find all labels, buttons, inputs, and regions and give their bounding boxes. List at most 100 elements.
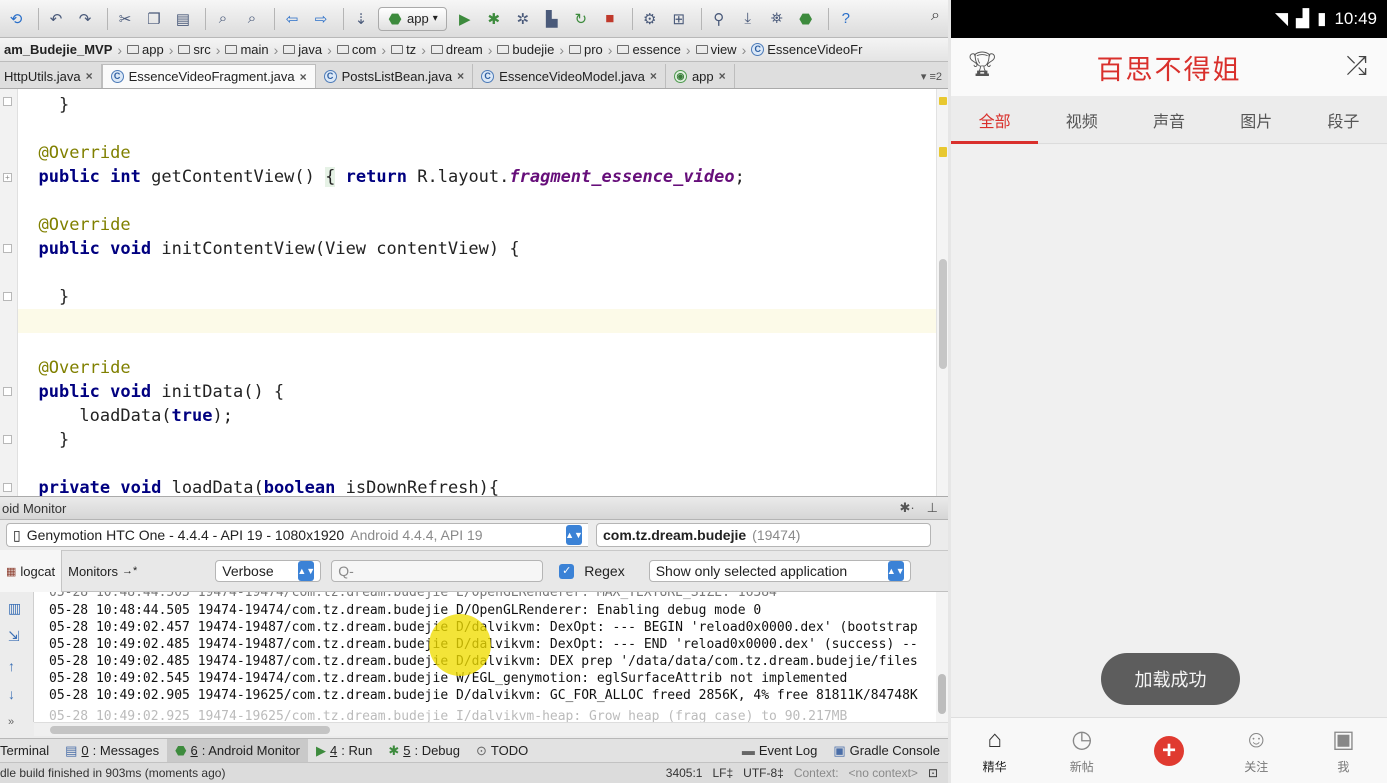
breadcrumb-item[interactable]: budejie [493, 42, 558, 57]
code-text[interactable]: } @Override public int getContentView() … [18, 89, 936, 496]
messages-tool[interactable]: ▤ 0: Messages [57, 739, 167, 762]
breadcrumb-item[interactable]: src [174, 42, 214, 57]
find-icon[interactable]: ⌕ [211, 7, 235, 31]
rerun-icon[interactable]: ↻ [569, 7, 593, 31]
cut-icon[interactable]: ✂ [113, 7, 137, 31]
undo-icon[interactable]: ↶ [44, 7, 68, 31]
stop-icon[interactable]: ■ [598, 7, 622, 31]
tab-audio[interactable]: 声音 [1125, 96, 1212, 143]
editor-scrollbar[interactable] [936, 89, 948, 496]
dropdown-arrows-icon[interactable]: ▲▼ [565, 525, 583, 545]
logcat-search-input[interactable]: Q- [331, 560, 544, 582]
fold-marker-icon[interactable]: + [3, 173, 12, 182]
fold-marker-icon[interactable] [3, 97, 12, 106]
gradle-console-tool[interactable]: ▣ Gradle Console [825, 739, 948, 762]
warning-marker[interactable] [939, 97, 947, 105]
tab-essencevideomodel[interactable]: C EssenceVideoModel.java × [473, 64, 666, 88]
tab-all[interactable]: 全部 [951, 96, 1039, 144]
terminal-tool[interactable]: Terminal [0, 739, 57, 762]
close-icon[interactable]: × [300, 70, 307, 84]
nav-me[interactable]: ▣ 我 [1300, 718, 1387, 783]
scroll-thumb[interactable] [939, 259, 947, 369]
tab-overflow-menu[interactable]: ▾ ≡2 [915, 64, 948, 88]
log-level-select[interactable]: Verbose ▲▼ [215, 560, 322, 582]
breadcrumb-item[interactable]: com [333, 42, 381, 57]
tab-monitors[interactable]: Monitors →* [62, 550, 143, 592]
code-editor[interactable]: + } @Override public int getContentView(… [0, 89, 948, 496]
android-monitor-tool[interactable]: ⬣ 6: Android Monitor [167, 739, 309, 762]
logcat-scrollbar[interactable] [936, 592, 948, 722]
regex-checkbox[interactable]: ✓ [559, 563, 575, 579]
apply-changes-icon[interactable]: ▙ [540, 7, 564, 31]
lock-icon[interactable]: ⊡ [928, 766, 938, 780]
tab-video[interactable]: 视频 [1038, 96, 1125, 143]
nav-publish[interactable]: + [1125, 718, 1212, 783]
nav-new[interactable]: ◷ 新帖 [1038, 718, 1125, 783]
close-icon[interactable]: × [719, 69, 726, 83]
nav-essence[interactable]: ⌂ 精华 [951, 718, 1038, 783]
line-separator[interactable]: LF‡ [712, 766, 733, 780]
debug-icon[interactable]: ✱ [482, 7, 506, 31]
dropdown-arrows-icon[interactable]: ▲▼ [887, 561, 905, 581]
trophy-icon[interactable]: 🏆︎ [967, 50, 997, 79]
scroll-thumb[interactable] [938, 674, 946, 714]
shuffle-icon[interactable]: ⤮ [1346, 50, 1367, 82]
fold-marker-icon[interactable] [3, 292, 12, 301]
process-select[interactable]: com.tz.dream.budejie (19474) [596, 523, 931, 547]
breadcrumb-item[interactable]: view [692, 42, 741, 57]
sdk-manager-icon[interactable]: ⤓ [736, 7, 760, 31]
tab-jokes[interactable]: 段子 [1300, 96, 1387, 143]
breadcrumb-item[interactable]: pro [565, 42, 607, 57]
tab-logcat[interactable]: ▦ logcat [0, 550, 63, 592]
logcat-filter-select[interactable]: Show only selected application ▲▼ [648, 560, 911, 582]
redo-icon[interactable]: ↷ [73, 7, 97, 31]
breadcrumb-item[interactable]: tz [387, 42, 420, 57]
nav-follow[interactable]: ☺ 关注 [1213, 718, 1300, 783]
close-icon[interactable]: × [86, 69, 93, 83]
android-device-icon[interactable]: ⬣ [794, 7, 818, 31]
device-monitor-icon[interactable]: ⛯ [765, 7, 789, 31]
post-list[interactable] [951, 145, 1387, 717]
fold-marker-icon[interactable] [3, 435, 12, 444]
warning-marker[interactable] [939, 147, 947, 157]
breadcrumb-item[interactable]: app [123, 42, 168, 57]
tab-postslistbean[interactable]: C PostsListBean.java × [316, 64, 474, 88]
trash-icon[interactable]: ▥ [8, 600, 21, 617]
tab-app[interactable]: ◉ app × [666, 64, 735, 88]
paste-icon[interactable]: ▤ [171, 7, 195, 31]
fold-marker-icon[interactable] [3, 244, 12, 253]
hide-panel-icon[interactable]: ⊥ [927, 500, 938, 516]
cursor-position[interactable]: 3405:1 [666, 766, 703, 780]
breadcrumb-item[interactable]: dream [427, 42, 487, 57]
context-value[interactable]: <no context> [849, 766, 918, 780]
replace-icon[interactable]: ⌕ [240, 7, 264, 31]
forward-icon[interactable]: ⇨ [309, 7, 333, 31]
help-icon[interactable]: ? [834, 7, 858, 31]
run-tool[interactable]: ▶ 4: Run [308, 739, 380, 762]
dropdown-arrows-icon[interactable]: ▲▼ [297, 561, 315, 581]
run-icon[interactable]: ▶ [453, 7, 477, 31]
close-icon[interactable]: × [650, 69, 657, 83]
event-log-tool[interactable]: ▬ Event Log [734, 739, 826, 762]
more-icon[interactable]: » [8, 716, 14, 728]
attach-debugger-icon[interactable]: ✲ [511, 7, 535, 31]
make-project-icon[interactable]: ⇣ [349, 7, 373, 31]
tab-picture[interactable]: 图片 [1213, 96, 1300, 143]
scroll-thumb[interactable] [50, 726, 330, 734]
breadcrumb-item[interactable]: essence [613, 42, 684, 57]
device-select[interactable]: ▯ Genymotion HTC One - 4.4.4 - API 19 - … [6, 523, 588, 547]
breadcrumb-item[interactable]: C EssenceVideoFr [747, 42, 866, 57]
scroll-to-end-icon[interactable]: ⇲ [8, 628, 20, 645]
breadcrumb-project[interactable]: am_Budejie_MVP [0, 42, 116, 57]
tab-essencevideofragment[interactable]: C EssenceVideoFragment.java × [101, 64, 316, 88]
avd-manager-icon[interactable]: ⚲ [707, 7, 731, 31]
run-configuration-select[interactable]: ⬣ app ▾ [378, 6, 447, 31]
breadcrumb-item[interactable]: main [221, 42, 272, 57]
file-encoding[interactable]: UTF-8‡ [743, 766, 784, 780]
close-icon[interactable]: × [457, 69, 464, 83]
fold-marker-icon[interactable] [3, 387, 12, 396]
search-everywhere-icon[interactable]: ⌕ [931, 7, 940, 25]
back-icon[interactable]: ⇦ [280, 7, 304, 31]
todo-tool[interactable]: ⊙ TODO [468, 739, 536, 762]
gear-icon[interactable]: ✱· [899, 500, 914, 516]
